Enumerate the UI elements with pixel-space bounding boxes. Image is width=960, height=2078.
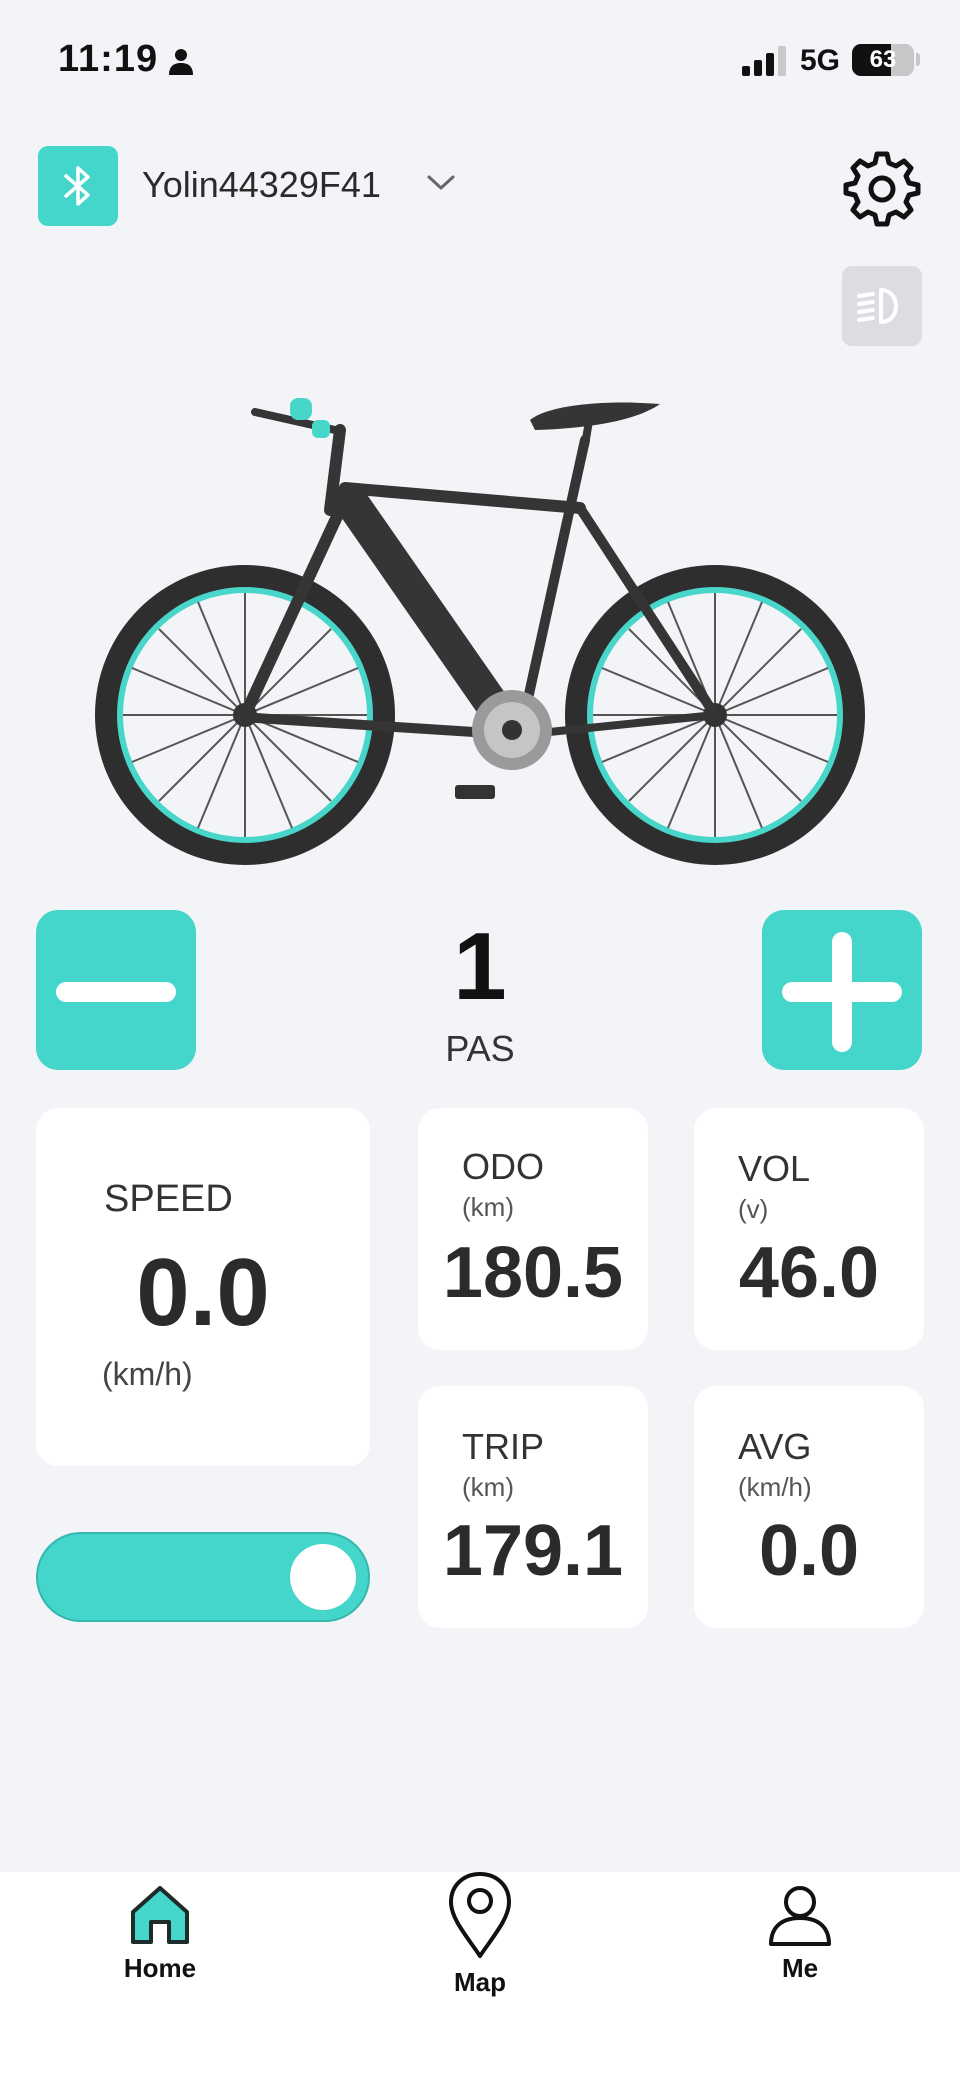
vol-label: VOL <box>738 1148 811 1189</box>
vol-value: 46.0 <box>738 1233 880 1313</box>
trip-card: TRIP (km) 179.1 <box>418 1386 648 1628</box>
minus-icon <box>56 982 176 1002</box>
trip-unit: (km) <box>462 1472 514 1502</box>
nav-home[interactable]: Home <box>100 1882 220 1984</box>
odo-value: 180.5 <box>442 1233 624 1313</box>
status-time: 11:19 <box>58 38 159 80</box>
avg-value: 0.0 <box>758 1511 860 1591</box>
map-pin-icon <box>449 1872 511 1958</box>
handle-grip <box>290 398 312 420</box>
trip-label: TRIP <box>462 1426 545 1467</box>
battery-cap <box>916 53 920 66</box>
vol-card: VOL (v) 46.0 <box>694 1108 924 1350</box>
bike-seat <box>530 402 660 430</box>
pas-decrease-button[interactable] <box>36 910 196 1070</box>
headlight-icon <box>857 288 898 324</box>
battery-level: 63 <box>869 46 897 73</box>
user-icon <box>769 1886 831 1946</box>
avg-card: AVG (km/h) 0.0 <box>694 1386 924 1628</box>
plus-icon <box>782 932 902 1052</box>
device-name[interactable]: Yolin44329F41 <box>142 164 381 206</box>
speed-unit: (km/h) <box>102 1356 193 1392</box>
nav-home-label: Home <box>123 1953 197 1983</box>
trip-value: 179.1 <box>442 1511 624 1591</box>
person-icon <box>169 49 193 75</box>
power-toggle[interactable] <box>36 1532 370 1622</box>
signal-icon <box>742 46 786 76</box>
avg-unit: (km/h) <box>738 1472 812 1502</box>
gear-icon <box>843 151 921 227</box>
bluetooth-icon <box>64 166 90 206</box>
bluetooth-button[interactable] <box>38 146 118 226</box>
nav-map-label: Map <box>454 1967 506 1997</box>
pas-label: PAS <box>445 1028 515 1069</box>
odo-unit: (km) <box>462 1192 514 1222</box>
speed-value: 0.0 <box>136 1239 270 1346</box>
odo-label: ODO <box>462 1146 545 1187</box>
pas-level: 1 <box>453 913 507 1020</box>
speed-label: SPEED <box>104 1178 233 1220</box>
odo-card: ODO (km) 180.5 <box>418 1108 648 1350</box>
nav-me[interactable]: Me <box>740 1884 860 1984</box>
nav-map[interactable]: Map <box>420 1870 540 1998</box>
settings-button[interactable] <box>842 148 922 228</box>
nav-me-label: Me <box>781 1953 819 1983</box>
home-icon <box>131 1886 189 1944</box>
headlight-button[interactable] <box>842 266 922 346</box>
avg-label: AVG <box>738 1426 812 1467</box>
bike-illustration <box>95 398 865 865</box>
toggle-knob[interactable] <box>290 1544 356 1610</box>
chevron-down-icon[interactable] <box>426 172 456 194</box>
network-label: 5G <box>800 44 841 77</box>
vol-unit: (v) <box>738 1194 769 1224</box>
battery-indicator: 63 <box>852 44 914 76</box>
pas-increase-button[interactable] <box>762 910 922 1070</box>
